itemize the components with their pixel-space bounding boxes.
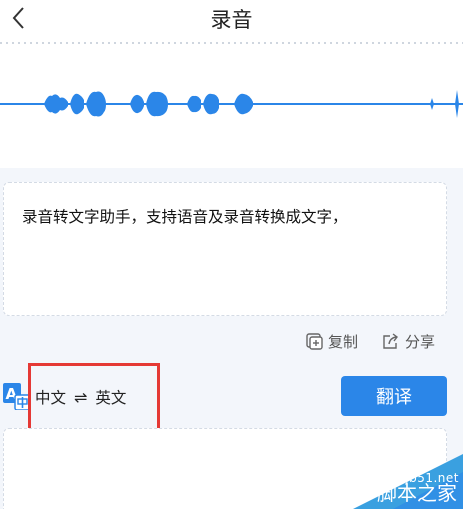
translate-icon: A <box>3 383 31 411</box>
translate-button[interactable]: 翻译 <box>341 376 447 416</box>
watermark: jb51.net 脚本之家 <box>353 454 463 509</box>
watermark-name: 脚本之家 <box>377 481 457 505</box>
copy-label: 复制 <box>328 332 359 351</box>
copy-icon <box>306 332 323 350</box>
recording-panel: 录音 <box>0 0 463 168</box>
nav-header: 录音 <box>0 0 463 40</box>
share-label: 分享 <box>405 332 436 351</box>
recognized-text-card[interactable]: 录音转文字助手，支持语音及录音转换成文字， <box>3 182 447 316</box>
recognized-text[interactable]: 录音转文字助手，支持语音及录音转换成文字， <box>22 205 348 227</box>
highlight-annotation <box>28 363 160 432</box>
dotted-divider <box>0 42 463 44</box>
share-icon <box>383 332 398 349</box>
copy-button[interactable]: 复制 <box>306 331 358 351</box>
page-title: 录音 <box>210 8 253 32</box>
audio-waveform[interactable] <box>0 82 463 126</box>
share-button[interactable]: 分享 <box>382 331 435 351</box>
